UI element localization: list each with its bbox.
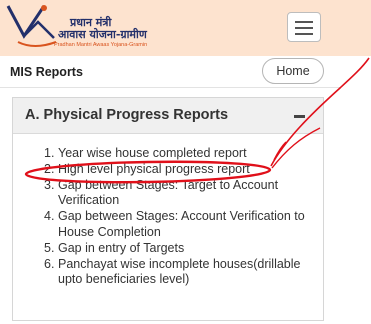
report-item[interactable]: 3. Gap between Stages: Target to Account… <box>44 178 324 210</box>
report-item[interactable]: 1. Year wise house completed report <box>44 146 324 162</box>
menu-bar-2 <box>295 27 313 29</box>
menu-bar-1 <box>295 21 313 23</box>
home-button[interactable]: Home <box>262 58 324 84</box>
physical-progress-panel: A. Physical Progress Reports 1. Year wis… <box>12 97 324 321</box>
report-number: 5. <box>44 240 55 255</box>
report-link[interactable]: Gap between Stages: Account Verification… <box>44 209 324 241</box>
pmay-g-logo[interactable]: प्रधान मंत्री आवास योजना-ग्रामीण Pradhan… <box>4 2 189 54</box>
hamburger-menu-icon[interactable] <box>287 12 321 42</box>
report-number: 6. <box>44 256 55 271</box>
report-item[interactable]: 6. Panchayat wise incomplete houses(dril… <box>44 257 324 289</box>
report-link[interactable]: Gap between Stages: Target to Account Ve… <box>44 178 324 210</box>
report-number: 2. <box>44 161 55 176</box>
report-item[interactable]: 2. High level physical progress report <box>44 162 324 178</box>
panel-title: A. Physical Progress Reports <box>25 107 229 123</box>
report-item[interactable]: 4. Gap between Stages: Account Verificat… <box>44 209 324 241</box>
logo-english-line: Pradhan Mantri Awaas Yojana-Gramin <box>54 42 148 48</box>
report-item[interactable]: 5. Gap in entry of Targets <box>44 241 324 257</box>
report-list: 1. Year wise house completed report 2. H… <box>44 146 324 288</box>
report-link[interactable]: Year wise house completed report <box>44 146 324 162</box>
report-link[interactable]: Gap in entry of Targets <box>44 241 324 257</box>
report-link[interactable]: Panchayat wise incomplete houses(drillab… <box>44 257 324 289</box>
minus-icon[interactable] <box>294 115 305 118</box>
menu-bar-3 <box>295 33 313 35</box>
logo-hindi-line2: आवास योजना-ग्रामीण <box>58 28 147 41</box>
panel-header[interactable]: A. Physical Progress Reports <box>13 98 323 134</box>
report-number: 1. <box>44 146 55 160</box>
report-number: 4. <box>44 209 55 224</box>
report-number: 3. <box>44 177 55 192</box>
top-header: प्रधान मंत्री आवास योजना-ग्रामीण Pradhan… <box>0 0 371 56</box>
report-link[interactable]: High level physical progress report <box>44 162 324 178</box>
header-divider <box>0 87 340 88</box>
page-title: MIS Reports <box>10 65 83 79</box>
